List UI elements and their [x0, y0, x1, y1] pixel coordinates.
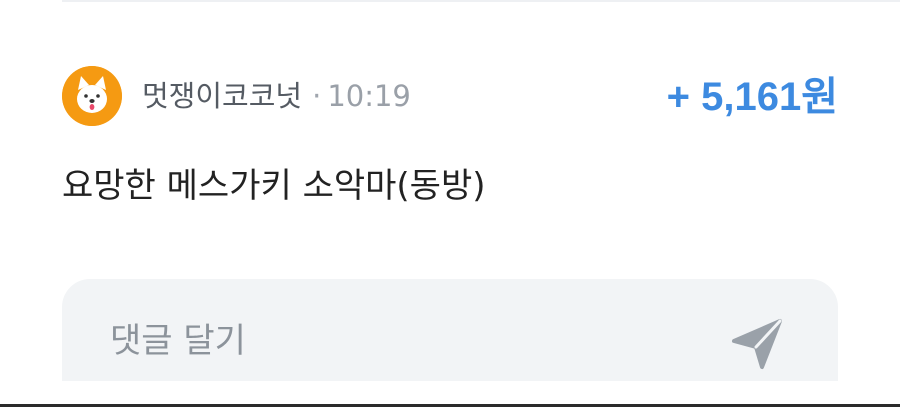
send-icon[interactable]: [730, 317, 784, 371]
author-name[interactable]: 멋쟁이코코넛: [142, 79, 302, 113]
post-message: 요망한 메스가키 소악마(동방): [62, 166, 486, 206]
comment-placeholder: 댓글 달기: [110, 321, 246, 361]
author-line: 멋쟁이코코넛 · 10:19: [142, 78, 411, 114]
post-header: 멋쟁이코코넛 · 10:19 + 5,161원: [62, 66, 838, 126]
separator-dot: ·: [312, 79, 322, 113]
dog-avatar-icon[interactable]: [62, 66, 122, 126]
comment-input[interactable]: 댓글 달기: [62, 279, 838, 381]
post-time: 10:19: [327, 79, 411, 113]
amount-label: + 5,161원: [666, 75, 838, 119]
post-card: 멋쟁이코코넛 · 10:19 + 5,161원 요망한 메스가키 소악마(동방) 댓…: [0, 0, 900, 407]
